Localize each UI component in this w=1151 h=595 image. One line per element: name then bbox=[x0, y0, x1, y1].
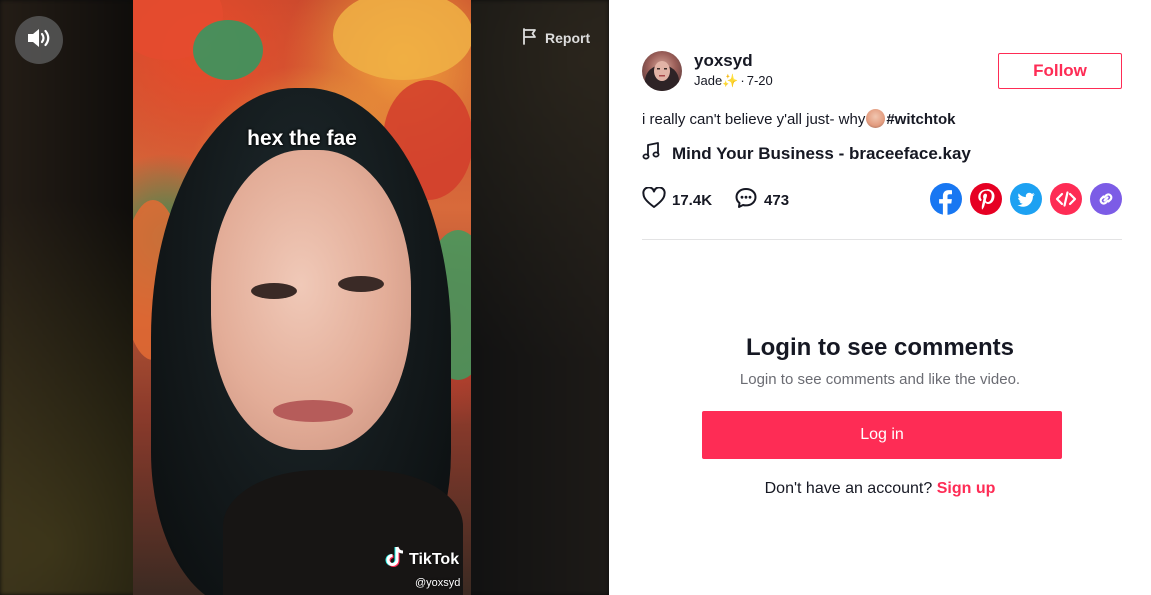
subject-mouth bbox=[273, 400, 353, 422]
pinterest-icon bbox=[978, 189, 995, 210]
facebook-icon bbox=[939, 190, 952, 215]
video-info-pane: yoxsyd Jade✨ · 7-20 Follow i really can't … bbox=[609, 0, 1151, 595]
share-buttons bbox=[930, 183, 1122, 215]
report-button[interactable]: Report bbox=[522, 28, 590, 48]
subject-eye bbox=[338, 276, 384, 292]
music-note-icon bbox=[642, 142, 660, 165]
watermark-brand: TikTok bbox=[409, 550, 460, 568]
link-icon bbox=[1099, 193, 1113, 205]
report-label: Report bbox=[545, 30, 591, 46]
share-embed-button[interactable] bbox=[1050, 183, 1082, 215]
divider bbox=[642, 239, 1122, 240]
comment-count: 473 bbox=[764, 192, 790, 209]
avatar[interactable] bbox=[642, 51, 682, 91]
like-button[interactable]: 17.4K bbox=[642, 186, 713, 214]
speaker-on-icon bbox=[26, 27, 52, 54]
facepalm-emoji-icon bbox=[866, 109, 886, 128]
login-subtitle: Login to see comments and like the video… bbox=[739, 371, 1021, 388]
signup-prompt-text: Don't have an account? bbox=[764, 480, 933, 497]
author-nickname: Jade✨ bbox=[694, 73, 739, 88]
share-pinterest-button[interactable] bbox=[970, 183, 1002, 215]
heart-icon bbox=[642, 186, 666, 214]
share-facebook-button[interactable] bbox=[930, 183, 962, 215]
music-link[interactable]: Mind Your Business - braceeface.kay bbox=[642, 142, 971, 165]
avatar-face-icon bbox=[645, 61, 679, 91]
engagement-stats: 17.4K 473 bbox=[642, 186, 811, 215]
video-pane: hex the fae TikTok @yoxsyd Report bbox=[0, 0, 609, 595]
description-text: i really can't believe y'all just- why bbox=[642, 111, 866, 128]
post-description: i really can't believe y'all just- why #w… bbox=[642, 109, 956, 128]
signup-prompt: Don't have an account? Sign up bbox=[609, 480, 1151, 498]
artwork-shape bbox=[333, 0, 471, 80]
signup-link[interactable]: Sign up bbox=[937, 480, 996, 497]
video-player[interactable]: hex the fae TikTok @yoxsyd bbox=[133, 0, 471, 595]
author-subline: Jade✨ · 7-20 bbox=[694, 73, 773, 89]
separator: · bbox=[740, 73, 745, 88]
flag-icon bbox=[522, 28, 538, 48]
watermark-handle: @yoxsyd bbox=[415, 577, 461, 589]
twitter-icon bbox=[1017, 192, 1035, 207]
comment-icon bbox=[734, 186, 758, 215]
post-date: 7-20 bbox=[746, 73, 773, 88]
video-caption: hex the fae bbox=[247, 127, 357, 150]
follow-button[interactable]: Follow bbox=[998, 53, 1122, 89]
login-title: Login to see comments bbox=[745, 334, 1015, 361]
hashtag-link[interactable]: #witchtok bbox=[886, 111, 955, 128]
share-twitter-button[interactable] bbox=[1010, 183, 1042, 215]
artwork-shape bbox=[193, 20, 263, 80]
tiktok-logo-icon bbox=[385, 546, 405, 573]
tiktok-watermark: TikTok @yoxsyd bbox=[385, 546, 460, 589]
author-username[interactable]: yoxsyd bbox=[694, 51, 753, 71]
sound-toggle-button[interactable] bbox=[15, 16, 63, 64]
comment-button[interactable]: 473 bbox=[734, 186, 789, 215]
subject-eye bbox=[251, 283, 297, 299]
music-title: Mind Your Business - braceeface.kay bbox=[672, 143, 971, 163]
copy-link-button[interactable] bbox=[1090, 183, 1122, 215]
login-button[interactable]: Log in bbox=[702, 411, 1062, 459]
like-count: 17.4K bbox=[672, 192, 713, 209]
embed-icon bbox=[1055, 191, 1077, 207]
